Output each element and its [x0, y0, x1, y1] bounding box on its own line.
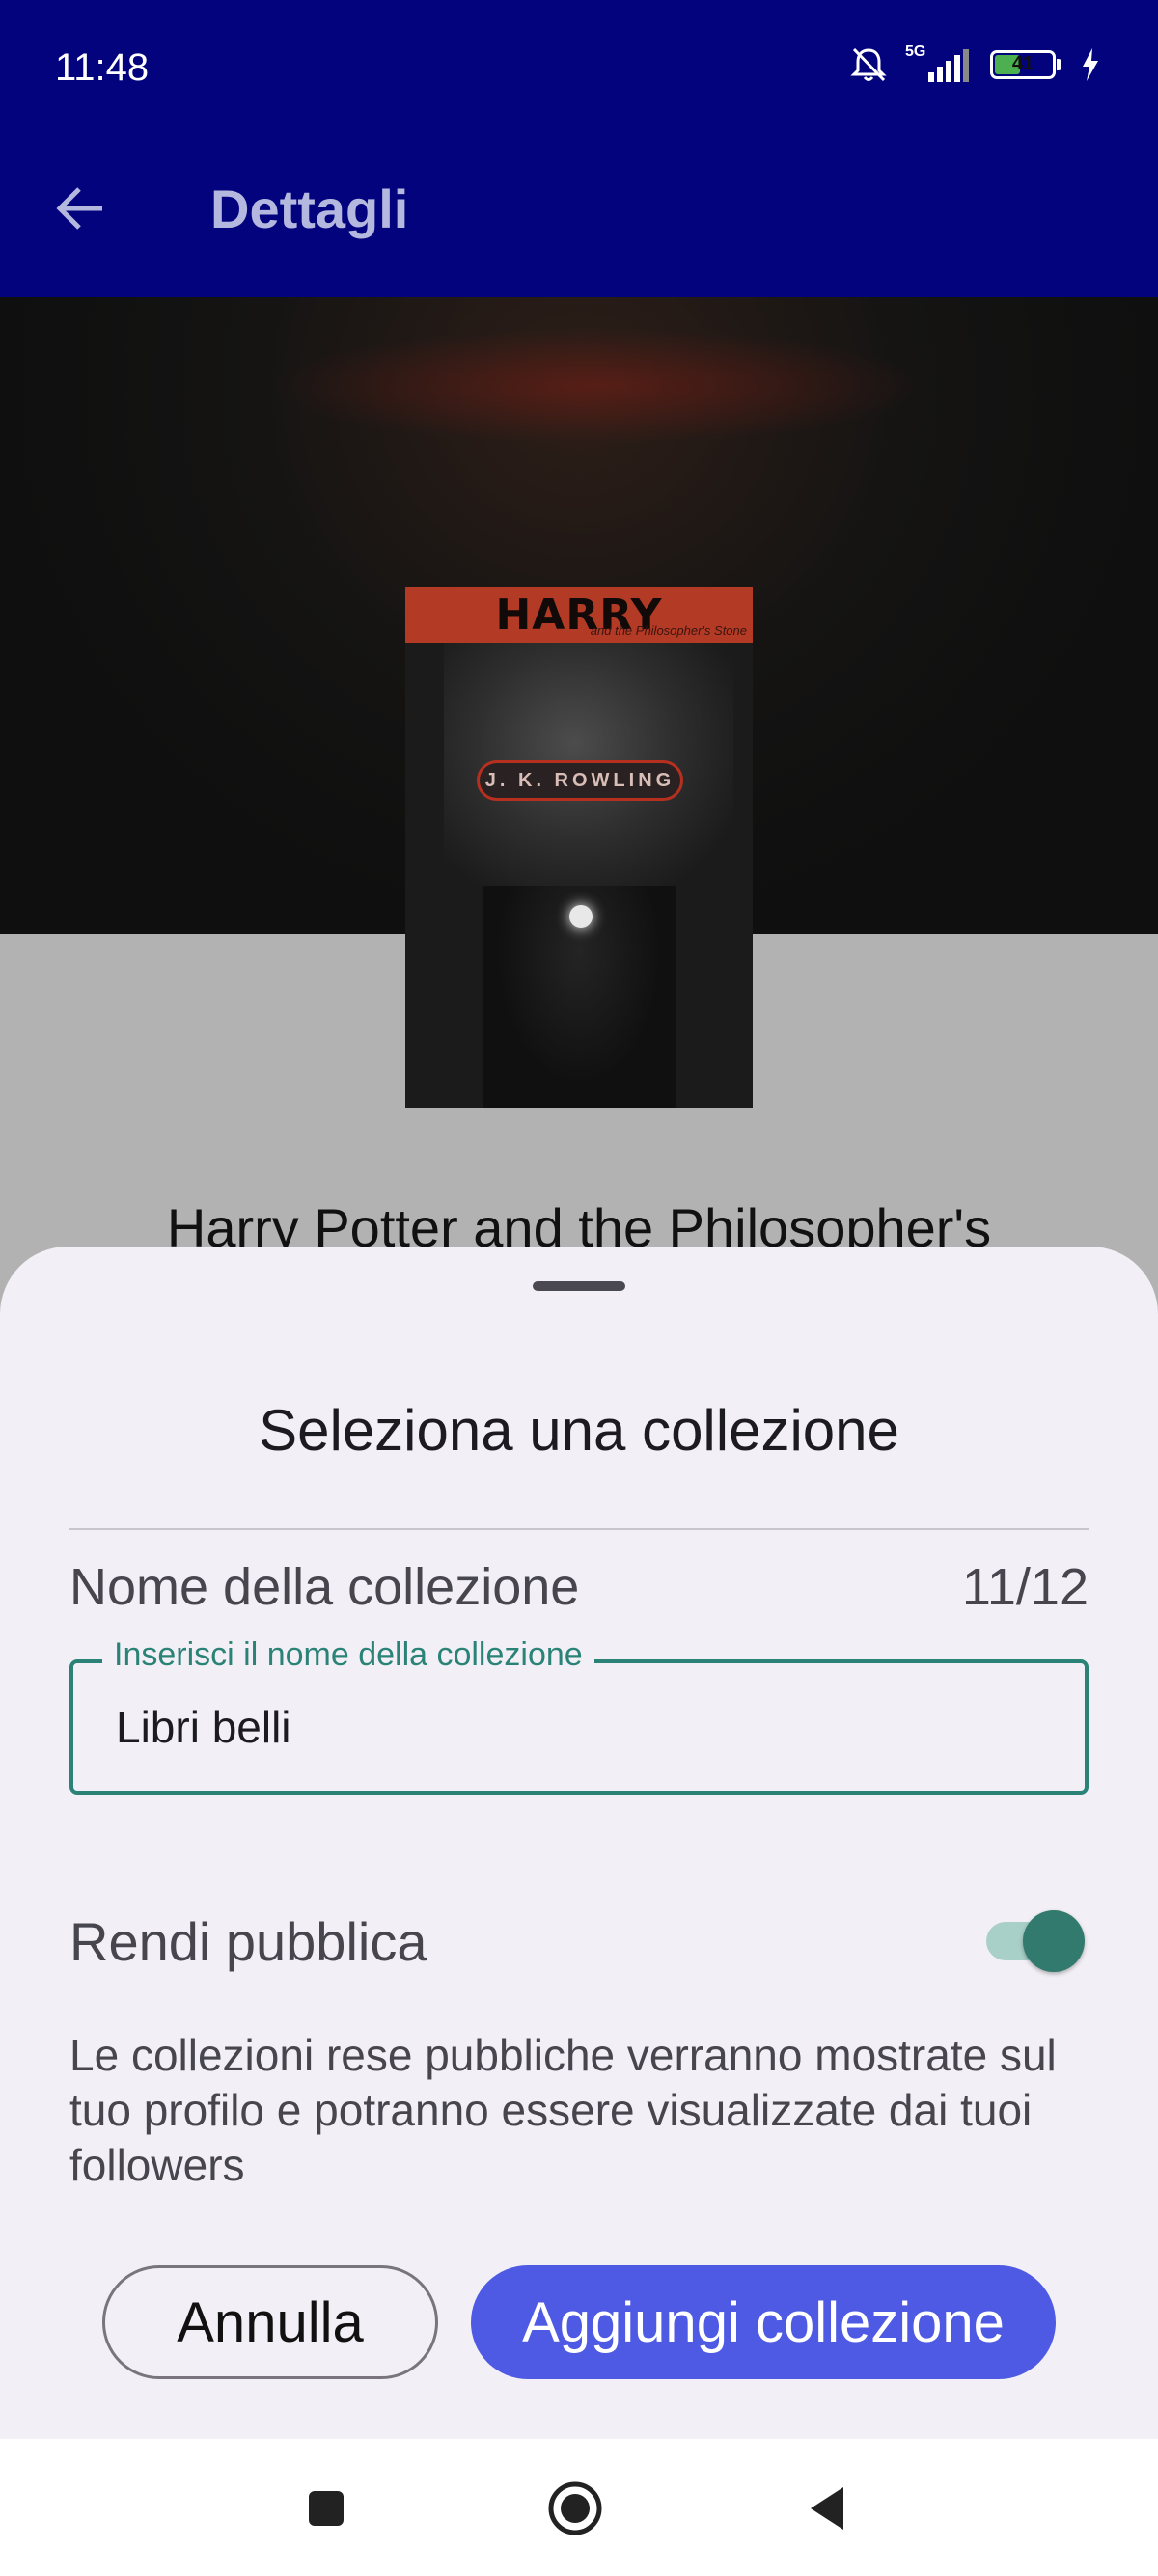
bolt-icon: [1083, 48, 1098, 81]
square-icon[interactable]: [297, 2480, 355, 2537]
add-collection-button[interactable]: Aggiungi collezione: [471, 2265, 1056, 2379]
character-counter: 11/12: [961, 1558, 1089, 1616]
toggle-thumb: [1023, 1910, 1085, 1972]
book-cover[interactable]: HARRY POTTER and the Philosopher's Stone…: [405, 587, 753, 1108]
bell-off-icon: [850, 47, 887, 82]
signal-icon: 5G: [905, 43, 973, 84]
collection-name-label: Nome della collezione: [69, 1558, 580, 1616]
cover-subtitle: and the Philosopher's Stone: [590, 623, 747, 638]
circle-icon[interactable]: [546, 2480, 604, 2537]
hero-glow: [270, 328, 926, 444]
battery-icon: 41: [990, 48, 1063, 81]
screen: 11:48 5G 41 Dettagli HARRY and the Philo…: [0, 0, 1158, 2576]
system-nav-bar: [0, 2439, 1158, 2576]
make-public-label: Rendi pubblica: [69, 1911, 427, 1972]
app-bar: Dettagli: [0, 135, 1158, 297]
battery-level: 41: [1011, 53, 1034, 74]
status-time: 11:48: [55, 46, 150, 89]
arrow-left-icon[interactable]: [54, 181, 108, 235]
status-bar: 11:48 5G 41: [0, 0, 1158, 135]
divider: [69, 1528, 1089, 1530]
collection-name-field-label: Inserisci il nome della collezione: [102, 1636, 594, 1674]
cover-author: J. K. ROWLING: [477, 760, 683, 801]
status-icons: 5G 41: [849, 42, 1100, 87]
cover-train-light: [569, 905, 593, 928]
page-title: Dettagli: [210, 178, 409, 239]
drag-handle[interactable]: [533, 1281, 625, 1291]
collection-name-input[interactable]: [116, 1690, 1042, 1764]
make-public-toggle[interactable]: [984, 1910, 1085, 1972]
public-help-text: Le collezioni rese pubbliche verranno mo…: [69, 2030, 1057, 2190]
sheet-title: Seleziona una collezione: [259, 1398, 899, 1463]
collection-bottom-sheet: Seleziona una collezione Nome della coll…: [0, 1247, 1158, 2439]
cancel-button[interactable]: Annulla: [102, 2265, 438, 2379]
triangle-icon[interactable]: [801, 2480, 859, 2537]
